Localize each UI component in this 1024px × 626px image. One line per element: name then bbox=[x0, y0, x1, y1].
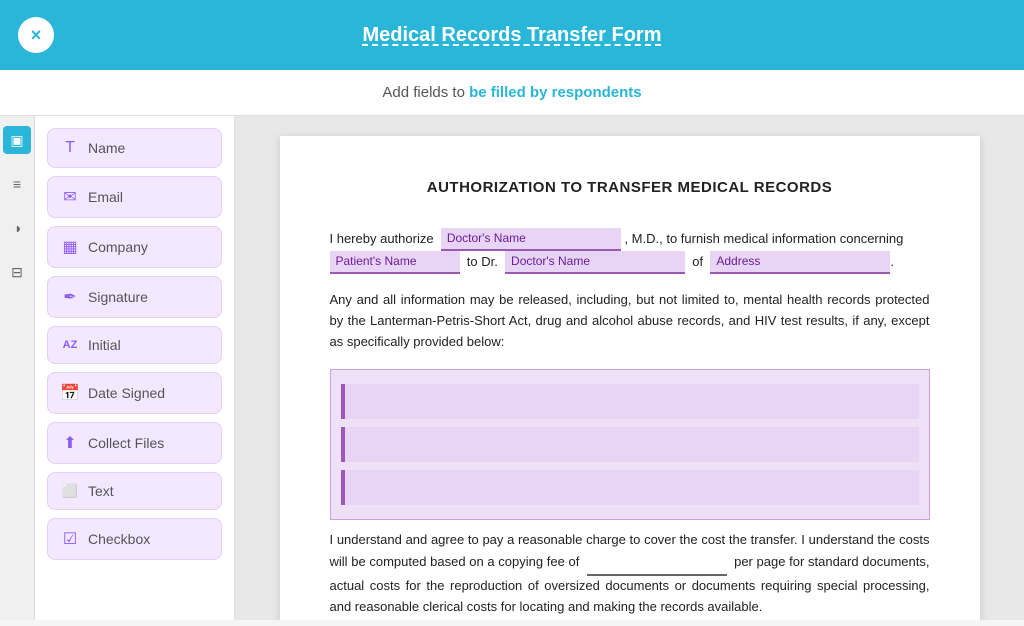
field-label-checkbox: Checkbox bbox=[88, 531, 150, 547]
icon-bar-palette[interactable]: ◑ bbox=[3, 214, 31, 242]
field-label-collect-files: Collect Files bbox=[88, 435, 164, 451]
field-label-company: Company bbox=[88, 239, 148, 255]
doc-paragraph-3: I understand and agree to pay a reasonab… bbox=[330, 530, 930, 617]
field-label-signature: Signature bbox=[88, 289, 148, 305]
field-panel: T Name ✉ Email ▦ Company ✒ Signature AZ … bbox=[35, 116, 235, 620]
field-item-text[interactable]: ⬜ Text bbox=[47, 472, 222, 510]
para1-before: I hereby authorize bbox=[330, 231, 434, 246]
main-layout: ▣ ≡ ◑ ⊟ T Name ✉ Email ▦ Company ✒ Signa… bbox=[0, 116, 1024, 620]
field-block-2[interactable] bbox=[341, 427, 919, 462]
icon-bar: ▣ ≡ ◑ ⊟ bbox=[0, 116, 35, 620]
checkbox-icon: ☑ bbox=[60, 529, 80, 549]
field-item-email[interactable]: ✉ Email bbox=[47, 176, 222, 218]
doc-title: AUTHORIZATION TO TRANSFER MEDICAL RECORD… bbox=[330, 176, 930, 200]
doc-paragraph-1: I hereby authorize Doctor's Name , M.D.,… bbox=[330, 228, 930, 274]
email-icon: ✉ bbox=[60, 187, 80, 207]
icon-bar-filter[interactable]: ⊟ bbox=[3, 258, 31, 286]
doc-page: AUTHORIZATION TO TRANSFER MEDICAL RECORD… bbox=[280, 136, 980, 620]
field-label-initial: Initial bbox=[88, 337, 121, 353]
field-item-company[interactable]: ▦ Company bbox=[47, 226, 222, 268]
doc-block-fields bbox=[330, 369, 930, 521]
field-patients-name[interactable]: Patient's Name bbox=[330, 251, 460, 274]
field-item-signature[interactable]: ✒ Signature bbox=[47, 276, 222, 318]
subtitle-highlight: be filled by respondents bbox=[469, 84, 642, 101]
doc-paragraph-2: Any and all information may be released,… bbox=[330, 290, 930, 352]
doc-area: AUTHORIZATION TO TRANSFER MEDICAL RECORD… bbox=[235, 116, 1024, 620]
header-title: Medical Records Transfer Form bbox=[363, 24, 662, 47]
field-item-initial[interactable]: AZ Initial bbox=[47, 326, 222, 364]
text-icon: ⬜ bbox=[60, 483, 80, 499]
field-block-1[interactable] bbox=[341, 384, 919, 419]
field-item-name[interactable]: T Name bbox=[47, 128, 222, 168]
name-icon: T bbox=[60, 139, 80, 157]
icon-bar-form[interactable]: ▣ bbox=[3, 126, 31, 154]
field-block-3[interactable] bbox=[341, 470, 919, 505]
close-button[interactable]: × bbox=[18, 17, 54, 53]
field-doctors-name-2[interactable]: Doctor's Name bbox=[505, 251, 685, 274]
signature-icon: ✒ bbox=[60, 287, 80, 307]
date-signed-icon: 📅 bbox=[60, 383, 80, 403]
field-label-date-signed: Date Signed bbox=[88, 385, 165, 401]
collect-files-icon: ⬆ bbox=[60, 433, 80, 453]
para1-of: of bbox=[692, 254, 703, 269]
subtitle-text: Add fields to bbox=[382, 84, 469, 101]
para1-to: to Dr. bbox=[467, 254, 498, 269]
field-doctors-name-1[interactable]: Doctor's Name bbox=[441, 228, 621, 251]
initial-icon: AZ bbox=[60, 339, 80, 351]
subtitle-bar: Add fields to be filled by respondents bbox=[0, 70, 1024, 116]
field-item-date-signed[interactable]: 📅 Date Signed bbox=[47, 372, 222, 414]
field-label-email: Email bbox=[88, 189, 123, 205]
icon-bar-list[interactable]: ≡ bbox=[3, 170, 31, 198]
field-label-name: Name bbox=[88, 140, 125, 156]
field-fee[interactable] bbox=[587, 551, 727, 576]
company-icon: ▦ bbox=[60, 237, 80, 257]
field-address[interactable]: Address bbox=[710, 251, 890, 274]
para1-middle: , M.D., to furnish medical information c… bbox=[624, 231, 903, 246]
field-item-collect-files[interactable]: ⬆ Collect Files bbox=[47, 422, 222, 464]
header: × Medical Records Transfer Form bbox=[0, 0, 1024, 70]
field-item-checkbox[interactable]: ☑ Checkbox bbox=[47, 518, 222, 560]
field-label-text: Text bbox=[88, 483, 114, 499]
